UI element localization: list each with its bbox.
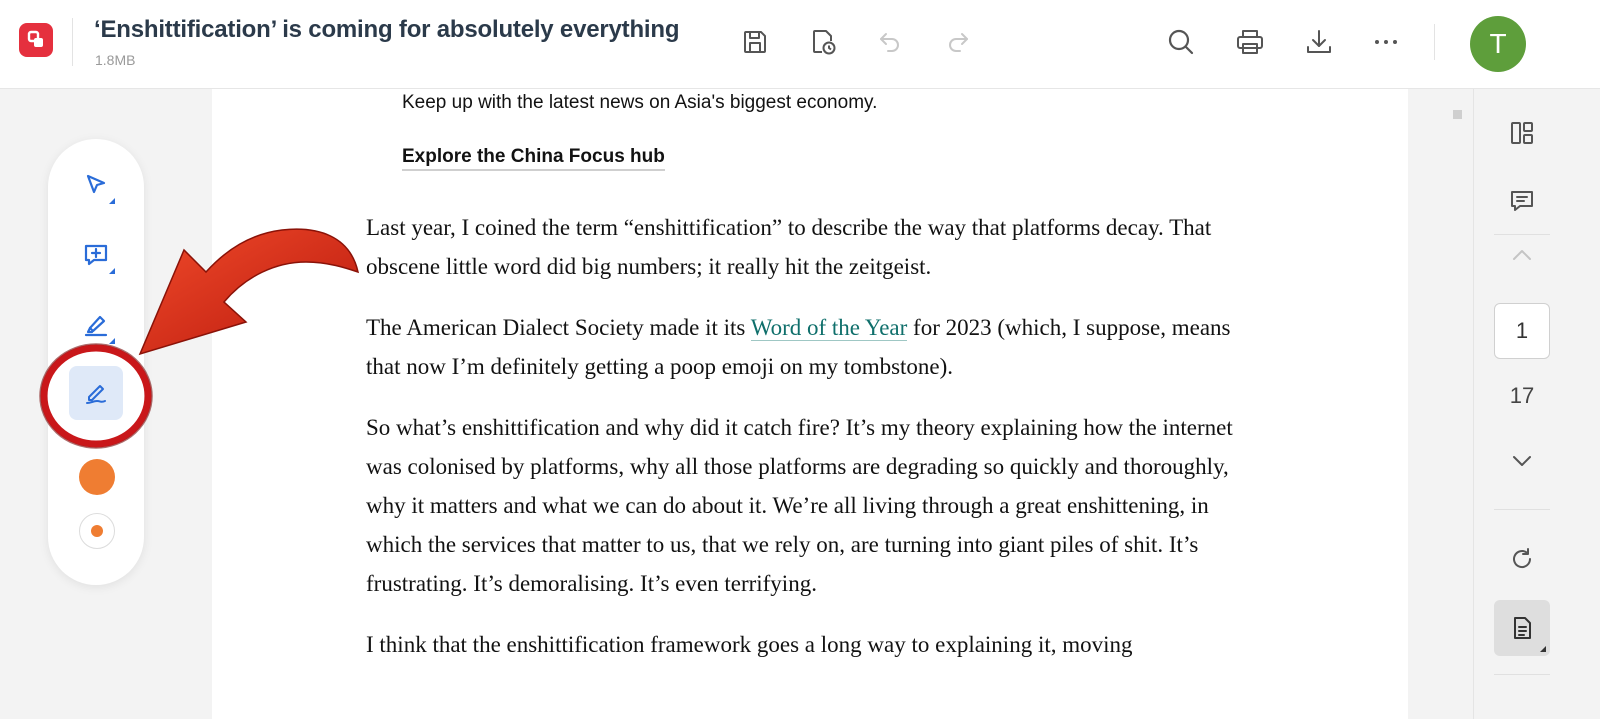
pen-draw-icon xyxy=(86,385,106,404)
next-page-button[interactable] xyxy=(1502,441,1542,481)
panel-divider xyxy=(1494,674,1550,675)
layout-panels-icon xyxy=(1511,122,1533,144)
chevron-down-icon xyxy=(1513,456,1531,466)
document-icon xyxy=(1514,617,1531,639)
app-header: ‘Enshittification’ is coming for absolut… xyxy=(0,0,1600,89)
cursor-arrow-icon xyxy=(86,174,106,194)
document-page: Keep up with the latest news on Asia's b… xyxy=(212,89,1408,719)
pdf-app-logo[interactable] xyxy=(19,23,53,57)
article-paragraph: So what’s enshittification and why did i… xyxy=(366,415,1233,596)
redo-icon xyxy=(949,33,968,52)
comments-panel-button[interactable] xyxy=(1502,181,1542,221)
document-view-button[interactable] xyxy=(1494,600,1550,656)
panel-divider xyxy=(1494,509,1550,510)
search-icon xyxy=(1168,29,1194,55)
more-dots-icon xyxy=(1375,40,1397,44)
redo-button[interactable] xyxy=(940,24,976,60)
save-button[interactable] xyxy=(737,24,773,60)
chevron-up-icon xyxy=(1513,250,1531,260)
article-paragraph: Last year, I coined the term “enshittifi… xyxy=(366,215,1212,279)
highlight-tool-button[interactable] xyxy=(69,298,123,352)
dropdown-indicator-icon xyxy=(1540,646,1546,652)
header-separator xyxy=(1434,24,1435,60)
scrollbar-thumb[interactable] xyxy=(1453,110,1462,119)
right-side-panel: 1 17 xyxy=(1473,89,1600,719)
select-tool-button[interactable] xyxy=(69,158,123,212)
current-page-input[interactable]: 1 xyxy=(1494,303,1550,359)
paragraph-text: The American Dialect Society made it its xyxy=(366,315,751,340)
total-pages-label: 17 xyxy=(1509,383,1535,408)
dropdown-indicator-icon xyxy=(109,198,115,204)
document-title: ‘Enshittification’ is coming for absolut… xyxy=(94,16,680,43)
save-as-button[interactable] xyxy=(805,24,841,60)
pen-size-dot xyxy=(91,525,103,537)
promo-text: Keep up with the latest news on Asia's b… xyxy=(402,92,878,113)
file-clock-icon xyxy=(813,30,836,55)
article-paragraph: I think that the enshittification framew… xyxy=(366,632,1133,657)
highlighter-icon xyxy=(84,315,108,337)
download-button[interactable] xyxy=(1301,24,1337,60)
pen-size-swatch[interactable] xyxy=(79,513,115,549)
page-thumbnails-button[interactable] xyxy=(1502,113,1542,153)
word-of-the-year-link[interactable]: Word of the Year xyxy=(750,315,908,341)
undo-button[interactable] xyxy=(872,24,908,60)
pen-tool-button[interactable] xyxy=(69,366,123,420)
dropdown-indicator-icon xyxy=(109,268,115,274)
search-button[interactable] xyxy=(1163,24,1199,60)
document-file-size: 1.8MB xyxy=(95,52,136,68)
add-comment-icon xyxy=(84,244,108,266)
pen-color-swatch[interactable] xyxy=(79,459,115,495)
save-icon xyxy=(744,31,766,53)
promo-link[interactable]: Explore the China Focus hub xyxy=(402,146,665,171)
print-button[interactable] xyxy=(1232,24,1268,60)
undo-icon xyxy=(880,33,899,52)
more-options-button[interactable] xyxy=(1368,24,1404,60)
article-body: Last year, I coined the term “enshittifi… xyxy=(366,208,1266,686)
dropdown-indicator-icon xyxy=(109,338,115,344)
comment-list-icon xyxy=(1511,191,1533,211)
download-icon xyxy=(1307,30,1331,53)
print-icon xyxy=(1237,30,1263,54)
previous-page-button[interactable] xyxy=(1502,235,1542,275)
user-avatar[interactable]: T xyxy=(1470,16,1526,72)
comment-tool-button[interactable] xyxy=(69,228,123,282)
rotate-button[interactable] xyxy=(1502,539,1542,579)
header-divider xyxy=(72,18,73,66)
rotate-refresh-icon xyxy=(1513,548,1532,568)
article-paragraph: The American Dialect Society made it its… xyxy=(366,308,1266,386)
